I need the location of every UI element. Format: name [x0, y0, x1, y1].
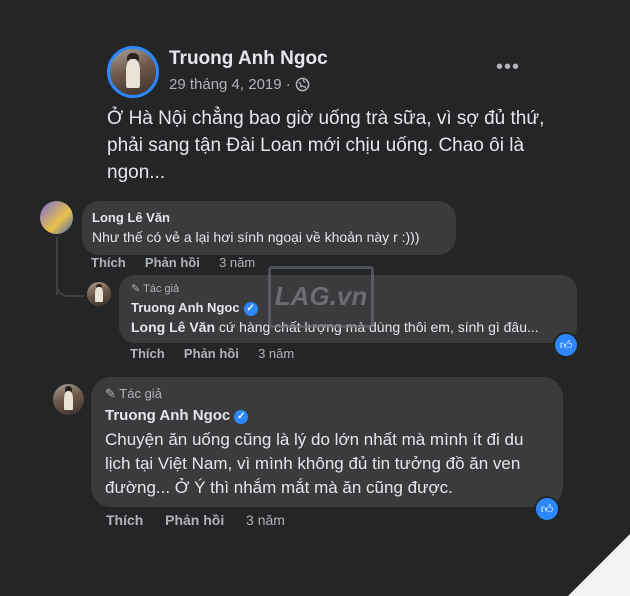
pencil-icon: ✎: [131, 283, 141, 295]
pencil-icon: ✎: [105, 386, 116, 401]
comment-author[interactable]: Truong Anh Ngoc ✓: [105, 407, 249, 424]
comment-author-name[interactable]: Truong Anh Ngoc: [105, 407, 230, 424]
comment-bubble: ✎ Tác giả Truong Anh Ngoc ✓ Chuyện ăn uốn…: [91, 377, 563, 507]
comment-time[interactable]: 3 năm: [219, 255, 255, 270]
reply-text-body: cứ hàng chất lượng mà dùng thôi em, sính…: [215, 319, 539, 335]
like-reaction-icon[interactable]: 👍︎: [553, 332, 579, 358]
verified-icon: ✓: [243, 302, 258, 316]
mention-link[interactable]: Long Lê Văn: [131, 319, 215, 335]
reply-link[interactable]: Phản hồi: [145, 255, 200, 270]
reply-link[interactable]: Phản hồi: [184, 346, 239, 361]
like-reaction-icon[interactable]: 👍︎: [534, 496, 560, 522]
post-author-avatar[interactable]: [107, 46, 159, 98]
verified-icon: ✓: [234, 410, 249, 424]
comment-bubble: Long Lê Văn Như thế có vẻ a lại hơi sính…: [82, 201, 456, 255]
reply-actions: Thích Phản hồi 3 năm: [130, 346, 294, 361]
like-link[interactable]: Thích: [106, 512, 143, 528]
like-link[interactable]: Thích: [91, 255, 126, 270]
comment-time[interactable]: 3 năm: [246, 512, 285, 528]
comment-actions: Thích Phản hồi 3 năm: [106, 512, 285, 528]
more-options-button[interactable]: •••: [496, 56, 520, 79]
watermark-logo: LAG.vn: [268, 266, 374, 328]
post-text: Ở Hà Nội chẳng bao giờ uống trà sữa, vì …: [107, 108, 545, 183]
comment-text: Chuyện ăn uống cũng là lý do lớn nhất mà…: [105, 430, 524, 497]
comment-avatar[interactable]: [53, 384, 84, 415]
author-badge-label: Tác giả: [119, 386, 162, 401]
globe-icon: [295, 77, 310, 96]
post-date-text: 29 tháng 4, 2019 ·: [169, 76, 291, 93]
author-badge: ✎ Tác giả: [131, 282, 179, 295]
post-date[interactable]: 29 tháng 4, 2019 ·: [169, 76, 310, 96]
author-badge-label: Tác giả: [143, 283, 180, 295]
thread-curve: [56, 280, 84, 297]
comment-actions: Thích Phản hồi 3 năm: [91, 255, 255, 270]
reply-author-name[interactable]: Truong Anh Ngoc: [131, 300, 240, 315]
reply-author[interactable]: Truong Anh Ngoc ✓: [131, 300, 258, 316]
author-badge: ✎ Tác giả: [105, 386, 162, 402]
post-author-name[interactable]: Truong Anh Ngoc: [169, 48, 328, 70]
comment-text: Như thế có vẻ a lại hơi sính ngoại về kh…: [92, 229, 420, 245]
comment-author[interactable]: Long Lê Văn: [92, 210, 170, 225]
reply-time[interactable]: 3 năm: [258, 346, 294, 361]
reply-avatar[interactable]: [87, 282, 111, 306]
reply-link[interactable]: Phản hồi: [165, 512, 224, 528]
like-link[interactable]: Thích: [130, 346, 165, 361]
comment-avatar[interactable]: [40, 201, 73, 234]
page-curl: [568, 534, 630, 596]
